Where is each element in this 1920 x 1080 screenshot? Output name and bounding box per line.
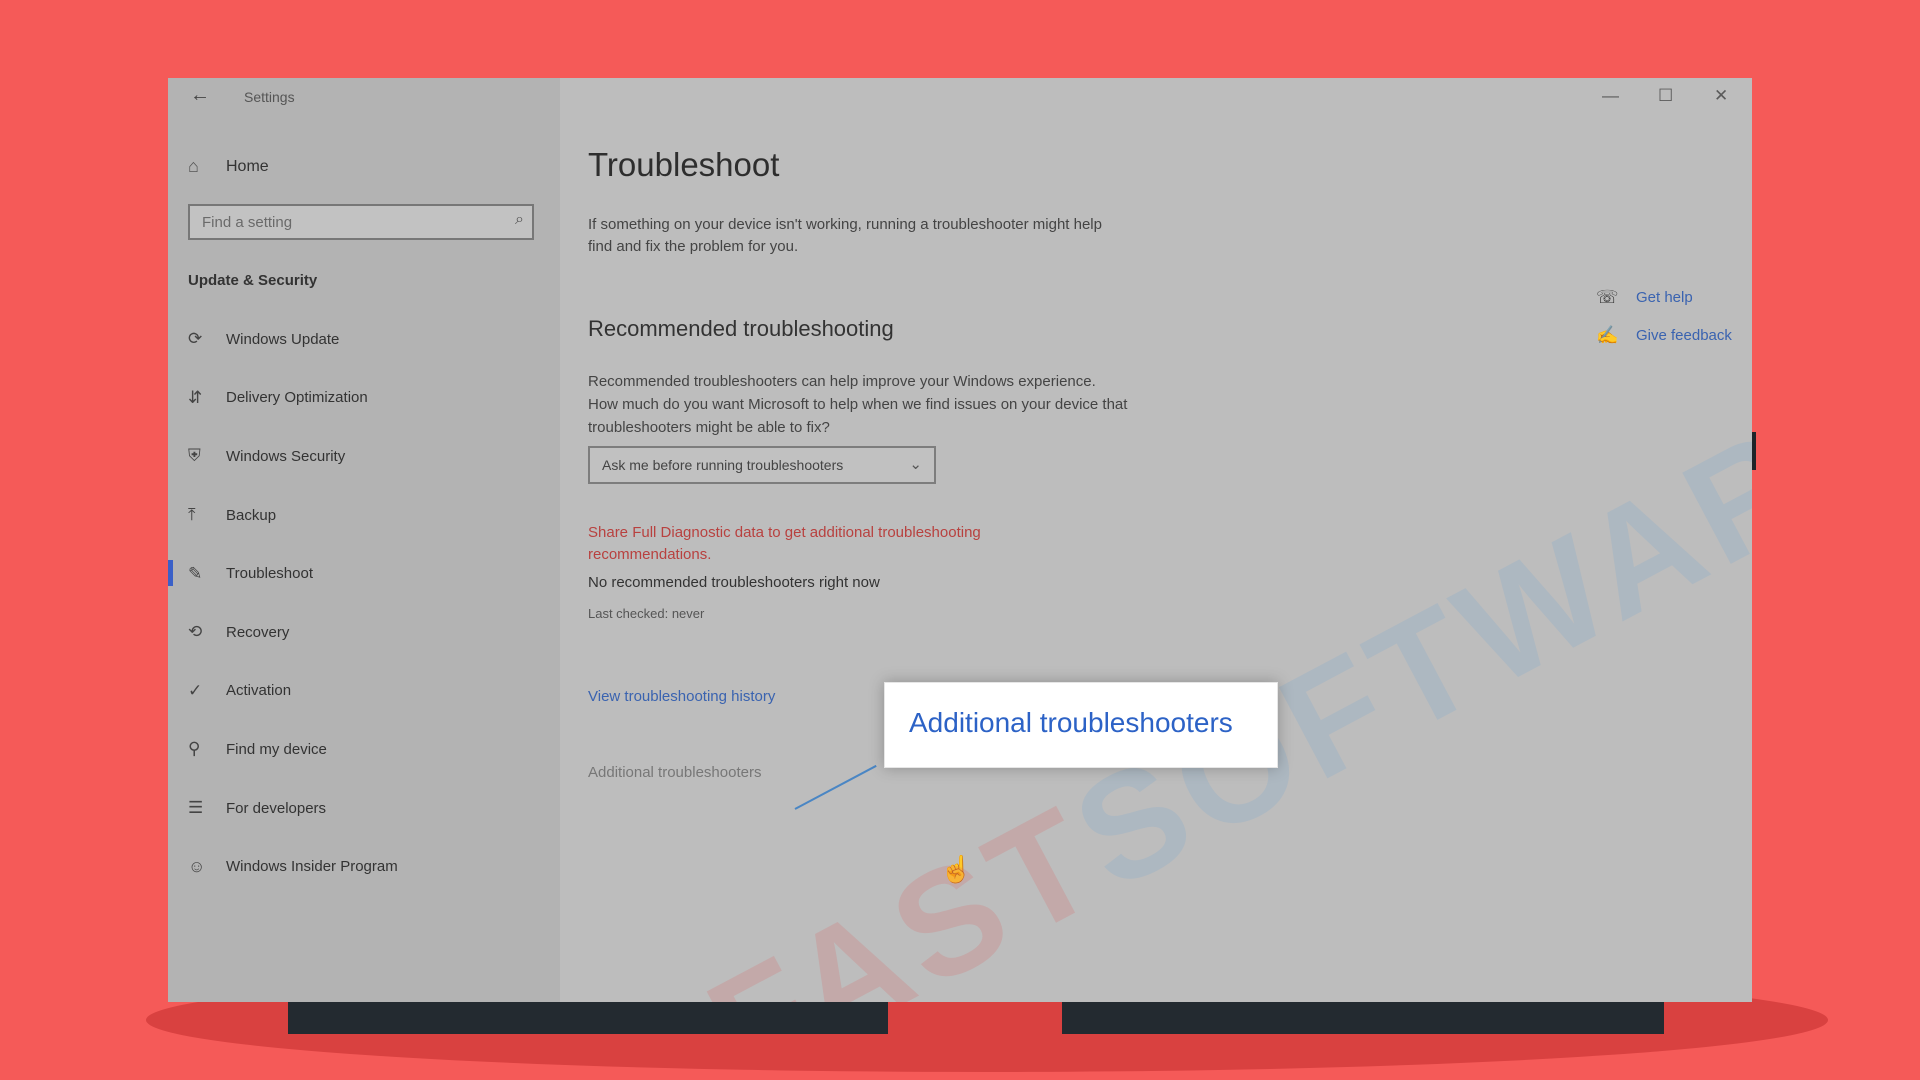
last-checked-text: Last checked: never (588, 606, 705, 621)
sync-icon: ⟳ (188, 329, 203, 349)
back-arrow-icon[interactable]: ← (190, 84, 210, 107)
settings-window: ← Settings ⌂ Home Find a setting ⌕ Updat… (168, 78, 1752, 1002)
callout-label: Additional troubleshooters (909, 707, 1233, 738)
display-stand-left (288, 1000, 888, 1034)
home-icon: ⌂ (188, 156, 199, 176)
recommended-heading: Recommended troubleshooting (588, 316, 894, 341)
sidebar-item-label: Activation (226, 682, 292, 700)
search-input[interactable]: Find a setting ⌕ (188, 204, 534, 240)
sidebar-item-home[interactable]: ⌂ Home (188, 156, 269, 177)
maximize-icon[interactable]: ☐ (1658, 86, 1673, 106)
intro-text: If something on your device isn't workin… (588, 216, 1102, 255)
display-stand-right (1062, 1000, 1664, 1034)
sidebar-item-label: Home (226, 157, 269, 175)
sidebar: ← Settings ⌂ Home Find a setting ⌕ Updat… (168, 78, 560, 1002)
help-links: ☏ Get help ✍ Give feedback (1596, 278, 1732, 354)
search-placeholder: Find a setting (202, 214, 293, 231)
main-content: Troubleshoot If something on your device… (588, 78, 1288, 1002)
chevron-down-icon: ⌄ (909, 456, 922, 473)
app-title: Settings (244, 89, 295, 105)
section-title: Update & Security (188, 272, 318, 289)
page-title: Troubleshoot (588, 146, 780, 183)
check-circle-icon: ✓ (188, 680, 203, 700)
sidebar-item-recovery[interactable]: ⟲ Recovery (168, 603, 560, 662)
dropdown-value: Ask me before running troubleshooters (602, 457, 844, 473)
sidebar-nav: ⟳ Windows Update ⇵ Delivery Optimization… (168, 310, 560, 896)
sidebar-item-label: Backup (226, 506, 277, 524)
sidebar-item-windows-insider-program[interactable]: ☺ Windows Insider Program (168, 837, 560, 896)
sidebar-item-for-developers[interactable]: ☰ For developers (168, 779, 560, 838)
additional-troubleshooters-link[interactable]: Additional troubleshooters (588, 764, 761, 781)
troubleshooter-preference-dropdown[interactable]: Ask me before running troubleshooters ⌄ (588, 446, 936, 484)
feedback-icon: ✍ (1596, 324, 1619, 345)
recovery-icon: ⟲ (188, 622, 203, 642)
sidebar-item-windows-security[interactable]: ⛨ Windows Security (168, 427, 560, 486)
shield-icon: ⛨ (188, 446, 201, 466)
sidebar-item-label: Windows Security (226, 447, 346, 465)
search-icon[interactable]: ⌕ (515, 211, 524, 229)
backup-icon: ⤒ (188, 505, 196, 525)
minimize-icon[interactable]: — (1602, 86, 1619, 106)
sidebar-item-label: Find my device (226, 740, 327, 758)
sidebar-item-label: Windows Update (226, 330, 340, 348)
view-history-link[interactable]: View troubleshooting history (588, 688, 775, 705)
sidebar-item-activation[interactable]: ✓ Activation (168, 662, 560, 721)
get-help-label: Get help (1636, 288, 1693, 306)
sidebar-item-windows-update[interactable]: ⟳ Windows Update (168, 310, 560, 369)
give-feedback-label: Give feedback (1636, 326, 1732, 344)
diagnostic-data-link[interactable]: Share Full Diagnostic data to get additi… (588, 522, 1108, 566)
no-recommended-status: No recommended troubleshooters right now (588, 574, 880, 591)
insider-icon: ☺ (188, 856, 206, 876)
sidebar-item-delivery-optimization[interactable]: ⇵ Delivery Optimization (168, 369, 560, 428)
sidebar-item-label: For developers (226, 799, 327, 817)
get-help-link[interactable]: ☏ Get help (1596, 278, 1732, 316)
sidebar-item-label: Troubleshoot (226, 565, 313, 583)
delivery-icon: ⇵ (188, 387, 203, 407)
give-feedback-link[interactable]: ✍ Give feedback (1596, 316, 1732, 354)
developer-icon: ☰ (188, 798, 204, 818)
sidebar-item-label: Windows Insider Program (226, 858, 398, 876)
title-bar: ← Settings (168, 78, 560, 120)
additional-troubleshooters-callout: Additional troubleshooters (884, 682, 1278, 768)
sidebar-item-backup[interactable]: ⤒ Backup (168, 486, 560, 545)
person-location-icon: ⚲ (188, 739, 201, 759)
recommended-description: Recommended troubleshooters can help imp… (588, 373, 1128, 436)
sidebar-item-label: Recovery (226, 623, 290, 641)
sidebar-item-find-my-device[interactable]: ⚲ Find my device (168, 720, 560, 779)
close-icon[interactable]: ✕ (1714, 86, 1728, 106)
wrench-icon: ✎ (188, 563, 203, 583)
help-chat-icon: ☏ (1596, 286, 1619, 307)
hand-cursor-icon: ☝ (940, 854, 973, 884)
sidebar-item-label: Delivery Optimization (226, 389, 368, 407)
sidebar-item-troubleshoot[interactable]: ✎ Troubleshoot (168, 544, 560, 603)
